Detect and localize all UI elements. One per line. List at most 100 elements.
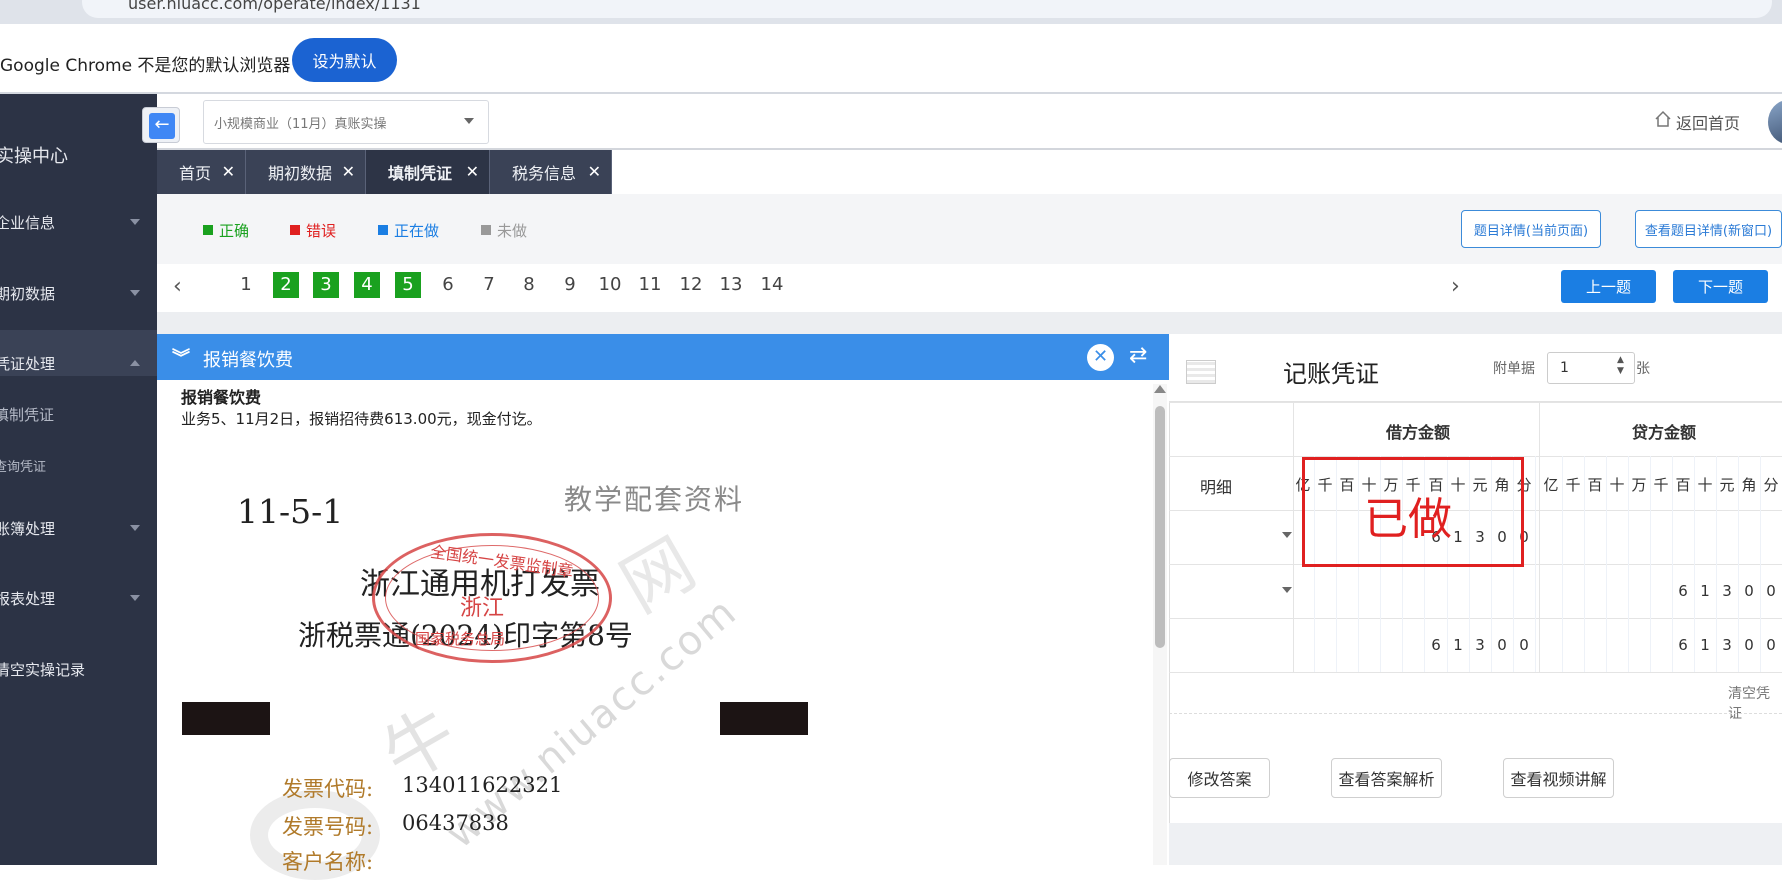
digit-header: 元 — [1719, 476, 1735, 494]
amount-digit: 3 — [1722, 582, 1732, 600]
amount-digit: 0 — [1744, 582, 1754, 600]
chevron-down-icon — [130, 290, 140, 296]
tab-label: 填制凭证 — [388, 164, 453, 183]
sidebar-item-opening-data[interactable]: 期初数据 — [0, 283, 152, 304]
modify-answer-button[interactable]: 修改答案 — [1169, 758, 1270, 798]
amount-digit: 1 — [1700, 582, 1710, 600]
view-answer-analysis-button[interactable]: 查看答案解析 — [1331, 758, 1442, 798]
prev-question-button[interactable]: 上一题 — [1561, 270, 1656, 303]
chevron-up-icon — [130, 360, 140, 366]
chevron-down-icon — [130, 219, 140, 225]
collapse-sidebar-button[interactable]: ← — [142, 107, 180, 143]
sidebar-title: 实操中心 — [0, 146, 68, 167]
tab-tax-info[interactable]: 税务信息 ✕ — [490, 150, 612, 194]
sidebar-item-voucher[interactable]: 凭证处理 — [0, 353, 152, 374]
total-digit: 3 — [1722, 636, 1732, 654]
close-icon[interactable]: ✕ — [222, 162, 235, 181]
sidebar-subitem-query-voucher[interactable]: 查询凭证 — [0, 456, 151, 475]
legend-swatch — [378, 225, 388, 235]
page-number[interactable]: 5 — [395, 272, 421, 298]
page-number[interactable]: 10 — [597, 272, 623, 298]
chevron-down-icon — [464, 118, 474, 124]
clear-voucher-link[interactable]: 清空凭证 — [1728, 683, 1782, 723]
legend-swatch — [290, 225, 300, 235]
set-default-button[interactable]: 设为默认 — [292, 38, 397, 82]
view-video-explanation-button[interactable]: 查看视频讲解 — [1503, 758, 1614, 798]
invoice-num-label: 发票号码: — [282, 815, 374, 839]
scrollbar-thumb[interactable] — [1155, 406, 1165, 648]
digit-header: 十 — [1609, 476, 1625, 494]
tab-label: 期初数据 — [268, 164, 333, 183]
page-number[interactable]: 2 — [273, 272, 299, 298]
digit-header: 千 — [1653, 476, 1669, 494]
page-number[interactable]: 3 — [313, 272, 339, 298]
grid-line — [1539, 402, 1540, 672]
page-number[interactable]: 9 — [557, 272, 583, 298]
sidebar-item-report[interactable]: 报表处理 — [0, 588, 152, 609]
sidebar-item-ledger[interactable]: 账簿处理 — [0, 518, 152, 539]
page-number[interactable]: 12 — [678, 272, 704, 298]
question-panel-header — [157, 334, 1169, 380]
attachment-unit: 张 — [1636, 361, 1650, 377]
invoice-code-label: 发票代码: — [282, 777, 374, 801]
page-number[interactable]: 14 — [759, 272, 785, 298]
digit-header: 十 — [1697, 476, 1713, 494]
page-number[interactable]: 8 — [516, 272, 542, 298]
question-description: 业务5、11月2日，报销招待费613.00元，现金付讫。 — [181, 410, 542, 428]
credit-header: 贷方金额 — [1632, 423, 1697, 442]
stamp-text: 浙江 — [460, 596, 505, 621]
home-link[interactable]: 返回首页 — [1676, 110, 1740, 134]
page-number[interactable]: 13 — [718, 272, 744, 298]
chevron-left-icon[interactable]: ‹ — [173, 274, 182, 299]
sidebar-item-company[interactable]: 企业信息 — [0, 212, 152, 233]
sidebar-item-label: 企业信息 — [0, 214, 56, 232]
page-number[interactable]: 6 — [435, 272, 461, 298]
tab-home[interactable]: 首页 ✕ — [157, 150, 246, 194]
question-detail-current-button[interactable]: 题目详情(当前页面) — [1461, 210, 1601, 248]
chevron-down-icon[interactable] — [1282, 587, 1292, 593]
grid-line — [1535, 456, 1536, 672]
course-select-value: 小规模商业（11月）真账实操 — [214, 117, 387, 132]
close-icon[interactable]: ✕ — [466, 162, 479, 181]
close-icon[interactable]: ✕ — [342, 162, 355, 181]
total-digit: 0 — [1766, 636, 1776, 654]
total-digit: 6 — [1678, 636, 1688, 654]
address-text[interactable]: user.niuacc.com/operate/index/1131 — [128, 0, 421, 13]
swap-icon[interactable]: ⇄ — [1129, 343, 1147, 368]
tab-opening-data[interactable]: 期初数据 ✕ — [246, 150, 366, 194]
sidebar: 实操中心 企业信息 期初数据 凭证处理 填制凭证 查询凭证 账簿处理 报表处理 … — [0, 94, 157, 865]
arrow-left-icon: ← — [149, 113, 175, 139]
spinner-icon[interactable]: ▲ ▼ — [1617, 355, 1624, 377]
page-number[interactable]: 4 — [354, 272, 380, 298]
total-digit: 0 — [1744, 636, 1754, 654]
sidebar-item-label: 报表处理 — [0, 590, 56, 608]
page-number[interactable]: 11 — [637, 272, 663, 298]
voucher-title: 记账凭证 — [1283, 360, 1379, 388]
page-number[interactable]: 7 — [476, 272, 502, 298]
total-digit: 0 — [1497, 636, 1507, 654]
amount-digit: 6 — [1678, 582, 1688, 600]
sidebar-subitem-fill-voucher[interactable]: 填制凭证 — [0, 404, 151, 425]
customer-name-label: 客户名称: — [282, 850, 374, 874]
close-icon[interactable]: ✕ — [588, 162, 601, 181]
chevron-right-icon[interactable]: › — [1451, 274, 1460, 299]
chevron-down-icon — [130, 595, 140, 601]
next-question-button[interactable]: 下一题 — [1673, 270, 1768, 303]
invoice-num-value: 06437838 — [402, 811, 509, 835]
scroll-up-arrow-icon[interactable] — [1154, 385, 1166, 393]
default-browser-message: Google Chrome 不是您的默认浏览器 — [0, 56, 291, 76]
legend-swatch — [203, 225, 213, 235]
attachment-label: 附单据 — [1493, 361, 1535, 377]
sidebar-item-clear-records[interactable]: 清空实操记录 — [0, 659, 152, 680]
grid-line — [1169, 402, 1782, 403]
tab-fill-voucher[interactable]: 填制凭证 ✕ — [366, 150, 490, 194]
double-chevron-down-icon[interactable]: ︾ — [172, 344, 190, 370]
detail-column-header: 明细 — [1200, 478, 1233, 497]
question-detail-new-window-button[interactable]: 查看题目详情(新窗口) — [1635, 210, 1782, 248]
page-number[interactable]: 1 — [233, 272, 259, 298]
chevron-down-icon[interactable] — [1282, 532, 1292, 538]
legend-in-progress: 正在做 — [378, 220, 439, 241]
close-icon[interactable]: ✕ — [1087, 344, 1114, 371]
digit-header: 千 — [1565, 476, 1581, 494]
calendar-icon[interactable] — [1186, 360, 1216, 384]
